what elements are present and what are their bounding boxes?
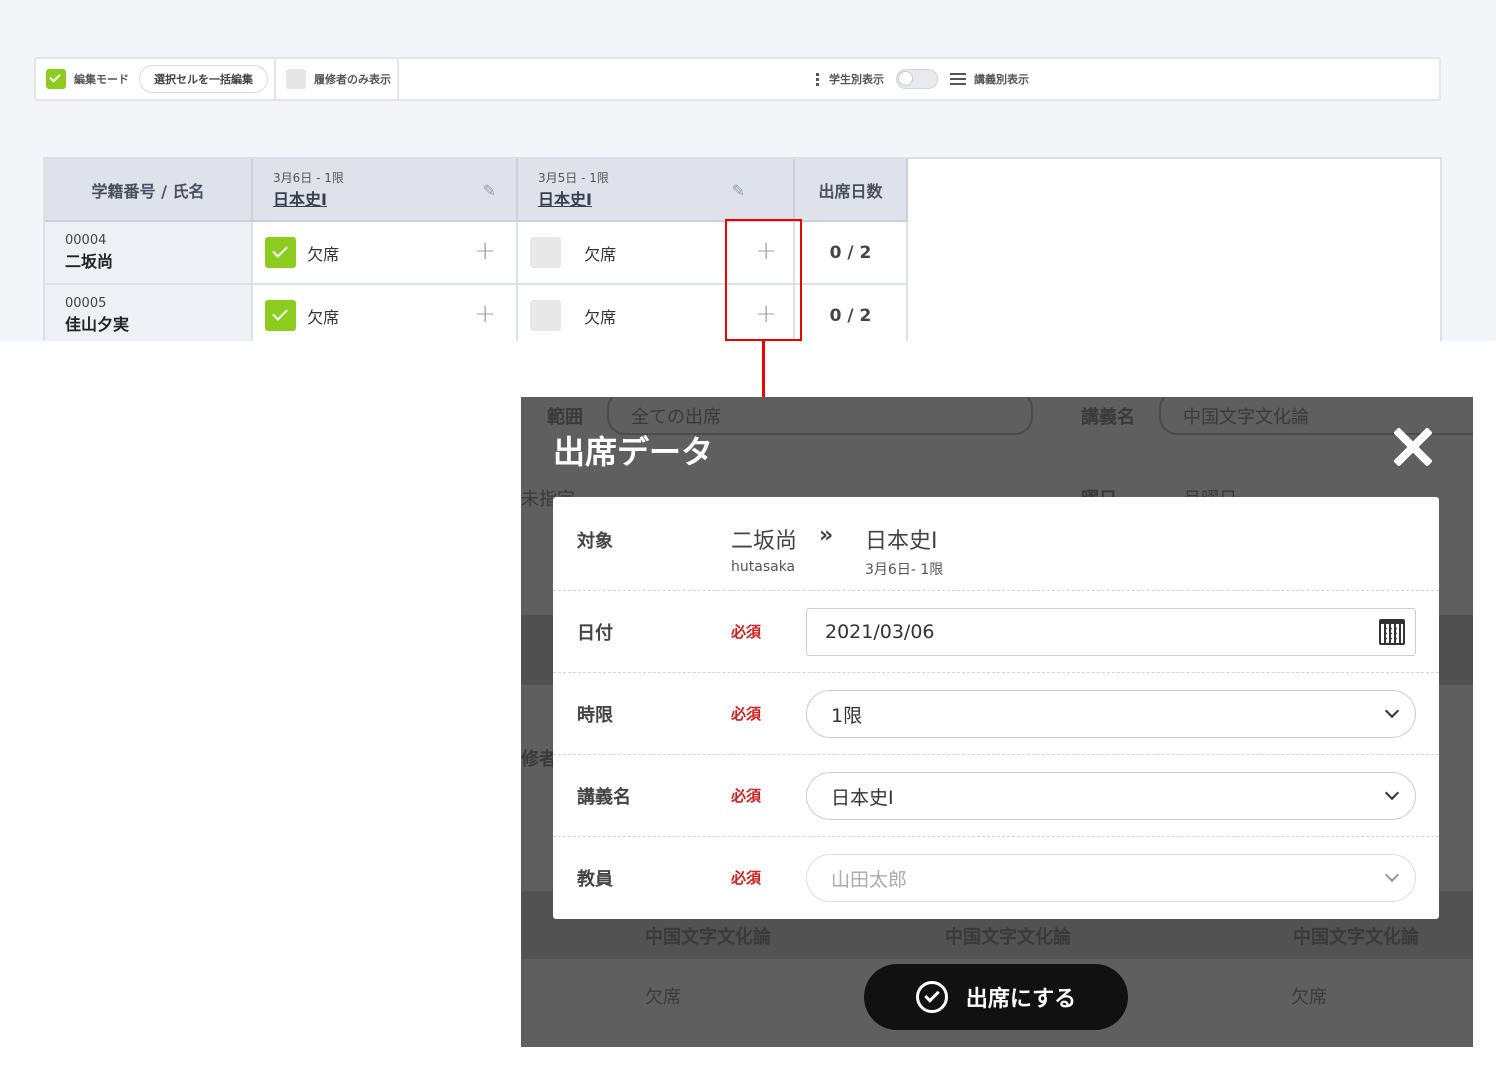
close-icon[interactable]	[1391, 425, 1435, 469]
pencil-icon[interactable]: ✎	[483, 181, 496, 200]
attendance-cell[interactable]: 欠席 +	[252, 221, 518, 285]
header-student: 学籍番号 / 氏名	[45, 159, 253, 222]
connector-line	[762, 341, 765, 399]
check-circle-icon	[915, 981, 948, 1013]
period-value: 1限	[831, 704, 863, 727]
enrolled-only-label: 履修者のみ表示	[314, 73, 391, 86]
required-badge: 必須	[731, 787, 762, 805]
chevron-down-icon	[1384, 703, 1400, 719]
bg-col-lecture: 中国文字文化論	[1293, 927, 1419, 948]
attendance-count: 0 / 2	[794, 221, 908, 285]
bulk-edit-button[interactable]: 選択セルを一括編集	[139, 65, 268, 93]
check-icon	[49, 71, 61, 83]
bg-lecture-label: 講義名	[1081, 407, 1135, 428]
bg-lecture-value: 中国文字文化論	[1183, 407, 1309, 428]
row-period: 時限 必須 1限	[553, 673, 1439, 755]
required-badge: 必須	[731, 869, 762, 887]
toolbar-divider	[397, 58, 399, 100]
modal-title: 出席データ	[553, 433, 714, 471]
student-name: 佳山夕実	[65, 315, 130, 334]
kebab-icon	[816, 72, 819, 86]
lecture-date: 3月5日 - 1限	[538, 171, 609, 185]
teacher-label: 教員	[577, 869, 613, 890]
toggle-knob	[898, 71, 913, 86]
bg-enrolled-fragment: 修者	[521, 749, 557, 770]
attendance-status: 欠席	[307, 307, 340, 327]
bg-range-label: 範囲	[547, 407, 583, 428]
view-switch: 学生別表示 講義別表示	[816, 59, 1029, 99]
student-cell: 00004 二坂尚	[45, 221, 253, 285]
attendance-status: 欠席	[307, 244, 340, 264]
header-count: 出席日数	[794, 159, 908, 222]
pencil-icon[interactable]: ✎	[732, 181, 745, 200]
target-label: 対象	[577, 531, 613, 552]
list-icon	[950, 73, 966, 85]
header-lecture-1: 3月6日 - 1限 日本史Ⅰ ✎	[252, 159, 518, 222]
by-student-label: 学生別表示	[829, 73, 884, 86]
target-student: 二坂尚	[731, 529, 798, 554]
period-select[interactable]: 1限	[806, 690, 1416, 738]
target-lecture-sub: 3月6日- 1限	[865, 562, 944, 578]
double-chevron-right-icon: »	[819, 523, 834, 548]
edit-mode-label: 編集モード	[74, 73, 129, 86]
by-lecture-label: 講義別表示	[974, 73, 1029, 86]
header-lecture-2: 3月5日 - 1限 日本史Ⅰ ✎	[517, 159, 795, 222]
row-lecture: 講義名 必須 日本史Ⅰ	[553, 755, 1439, 837]
teacher-select[interactable]: 山田太郎	[806, 854, 1416, 902]
table-header-row: 学籍番号 / 氏名 3月6日 - 1限 日本史Ⅰ ✎ 3月5日 - 1限 日本史…	[45, 159, 908, 222]
date-label: 日付	[577, 623, 613, 644]
date-input[interactable]: 2021/03/06	[806, 608, 1416, 656]
student-id: 00004	[65, 233, 107, 248]
row-teacher: 教員 必須 山田太郎	[553, 837, 1439, 919]
bg-range-value: 全ての出席	[631, 407, 721, 428]
lecture-value: 日本史Ⅰ	[831, 786, 894, 809]
bg-col-lecture: 中国文字文化論	[645, 927, 771, 948]
target-lecture: 日本史Ⅰ	[865, 529, 938, 554]
check-icon	[272, 305, 288, 321]
submit-label: 出席にする	[965, 987, 1077, 1012]
teacher-value: 山田太郎	[831, 868, 908, 891]
attendance-checkbox[interactable]	[530, 237, 561, 268]
attendance-count: 0 / 2	[794, 284, 908, 341]
student-cell: 00005 佳山夕実	[45, 284, 253, 341]
period-label: 時限	[577, 705, 613, 726]
lecture-select[interactable]: 日本史Ⅰ	[806, 772, 1416, 820]
bg-absent: 欠席	[645, 987, 681, 1008]
attendance-form: 対象 二坂尚 hutasaka » 日本史Ⅰ 3月6日- 1限 日付 必須 20…	[553, 497, 1439, 919]
attendance-status: 欠席	[584, 307, 617, 327]
attendance-checkbox[interactable]	[530, 300, 561, 331]
highlight-box	[725, 219, 802, 341]
plus-icon[interactable]: +	[474, 236, 496, 266]
attendance-checkbox[interactable]	[265, 300, 296, 331]
calendar-icon[interactable]	[1379, 619, 1405, 645]
target-student-sub: hutasaka	[731, 559, 796, 575]
chevron-down-icon	[1384, 785, 1400, 801]
bg-absent: 欠席	[1291, 987, 1327, 1008]
date-value: 2021/03/06	[825, 621, 935, 643]
student-name: 二坂尚	[65, 252, 114, 271]
toolbar-divider	[274, 58, 276, 100]
modal-overlay: 範囲 全ての出席 講義名 中国文字文化論 未指定 曜日 月曜日 修者 子 中国文…	[521, 397, 1473, 1047]
enrolled-only-checkbox[interactable]	[286, 69, 306, 89]
chevron-down-icon	[1384, 867, 1400, 883]
attendance-cell[interactable]: 欠席 +	[252, 284, 518, 341]
lecture-name-link[interactable]: 日本史Ⅰ	[538, 190, 592, 209]
toolbar: 編集モード 選択セルを一括編集 履修者のみ表示 学生別表示 講義別表示	[34, 57, 1441, 101]
mark-present-button[interactable]: 出席にする	[864, 964, 1128, 1030]
attendance-status: 欠席	[584, 244, 617, 264]
lecture-name-link[interactable]: 日本史Ⅰ	[273, 190, 327, 209]
required-badge: 必須	[731, 705, 762, 723]
lecture-label: 講義名	[577, 787, 631, 808]
bg-col-lecture: 中国文字文化論	[945, 927, 1071, 948]
required-badge: 必須	[731, 623, 762, 641]
row-date: 日付 必須 2021/03/06	[553, 591, 1439, 673]
check-icon	[272, 242, 288, 258]
lecture-date: 3月6日 - 1限	[273, 171, 344, 185]
row-target: 対象 二坂尚 hutasaka » 日本史Ⅰ 3月6日- 1限	[553, 497, 1439, 591]
plus-icon[interactable]: +	[474, 299, 496, 329]
attendance-checkbox[interactable]	[265, 237, 296, 268]
edit-mode-checkbox[interactable]	[46, 69, 66, 89]
view-toggle[interactable]	[896, 69, 938, 89]
student-id: 00005	[65, 296, 107, 311]
